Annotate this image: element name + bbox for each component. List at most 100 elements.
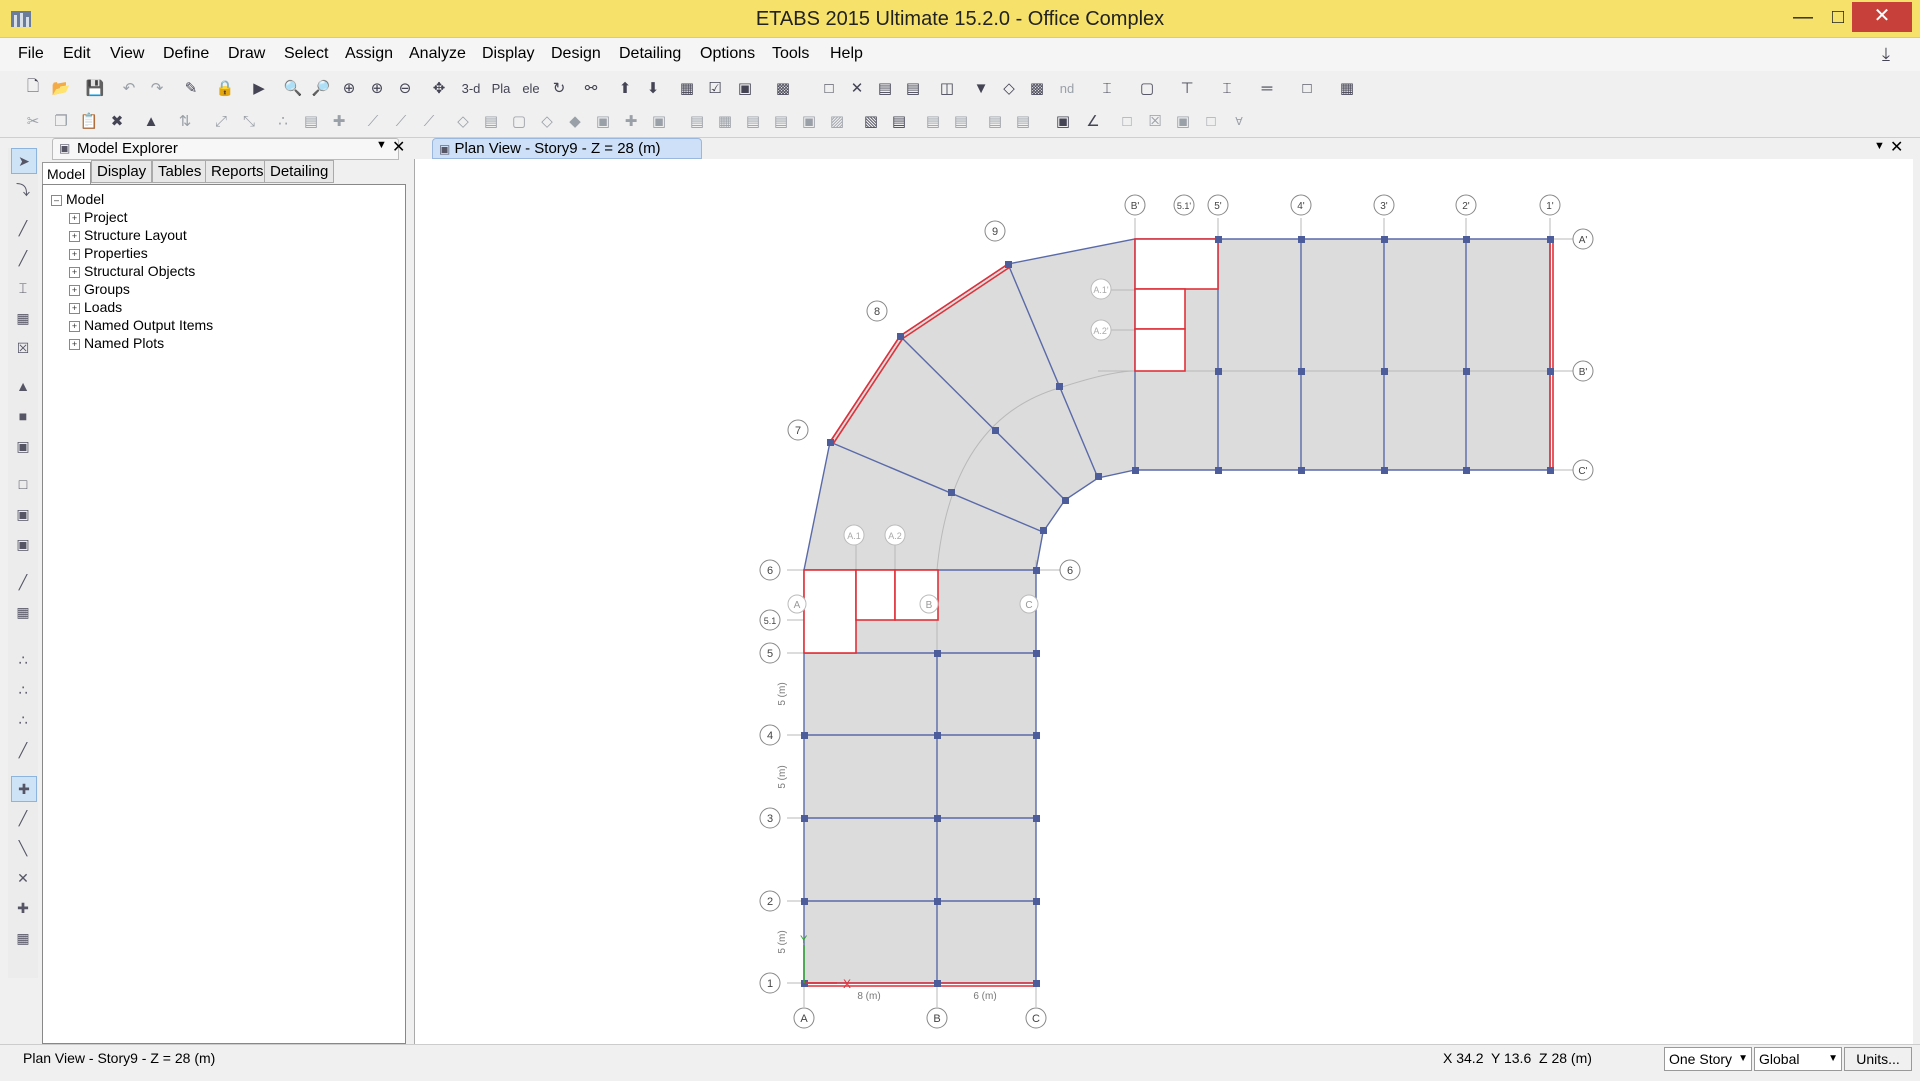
story-6-icon[interactable]: ▨ <box>826 110 848 132</box>
divide-icon[interactable]: ▤ <box>300 110 322 132</box>
menu-draw[interactable]: Draw <box>228 45 265 63</box>
set-display-icon[interactable]: ☑ <box>704 77 726 99</box>
align-icon[interactable]: ⤡ <box>238 110 260 132</box>
select-window-icon[interactable]: ▣ <box>1052 110 1074 132</box>
draw-column-icon[interactable]: ⌶ <box>11 276 35 300</box>
snap-intersection-icon[interactable]: ✕ <box>11 866 35 890</box>
draw-brace-icon[interactable]: ▦ <box>11 306 35 330</box>
zoom-restore-icon[interactable]: 🔎 <box>310 77 332 99</box>
draw-null-area-icon[interactable]: ▣ <box>11 532 35 556</box>
expand-icon[interactable]: + <box>69 321 80 332</box>
undo-icon[interactable]: ↶ <box>118 77 140 99</box>
draw-wall-stack-icon[interactable]: ▣ <box>11 502 35 526</box>
tree-item-named-plots[interactable]: + Named Plots <box>69 335 164 351</box>
draw-link-icon[interactable]: ╱ <box>11 570 35 594</box>
refresh-view-icon[interactable]: ✎ <box>180 77 202 99</box>
new-model-icon[interactable]: 🗋 <box>22 77 44 99</box>
copy-icon[interactable]: ❐ <box>50 110 72 132</box>
menu-help[interactable]: Help <box>830 45 863 63</box>
steel-design-icon[interactable]: ⊤ <box>1176 77 1198 99</box>
select-all-tool-icon[interactable]: ∴ <box>11 648 35 672</box>
move-joint-icon[interactable]: ⤢ <box>210 110 232 132</box>
cut-icon[interactable]: ✂ <box>22 110 44 132</box>
paste-icon[interactable]: 📋 <box>78 110 100 132</box>
story-2-icon[interactable]: ▦ <box>714 110 736 132</box>
story-3-icon[interactable]: ▤ <box>742 110 764 132</box>
tab-reports[interactable]: Reports <box>205 160 270 183</box>
explorer-dropdown-icon[interactable]: ▼ <box>376 139 387 151</box>
pan-icon[interactable]: ✥ <box>428 77 450 99</box>
composite-icon[interactable]: ═ <box>1256 77 1278 99</box>
select-1-icon[interactable]: □ <box>1116 110 1138 132</box>
nd-button[interactable]: nd <box>1056 77 1078 99</box>
menu-select[interactable]: Select <box>284 45 328 63</box>
snap-perp-icon[interactable]: ╲ <box>11 836 35 860</box>
draw-grid-icon[interactable]: ▦ <box>11 600 35 624</box>
download-icon[interactable]: ⤓ <box>1882 44 1890 65</box>
lock-icon[interactable]: 🔒 <box>214 77 236 99</box>
elevation-view-button[interactable]: ele <box>520 77 542 99</box>
assign-5-icon[interactable]: ▤ <box>984 110 1006 132</box>
tree-root[interactable]: – Model <box>51 191 104 207</box>
shape-7-icon[interactable]: ✚ <box>620 110 642 132</box>
open-icon[interactable]: 📂 <box>50 77 72 99</box>
story-5-icon[interactable]: ▣ <box>798 110 820 132</box>
menu-edit[interactable]: Edit <box>63 45 91 63</box>
tree-item-structure-layout[interactable]: + Structure Layout <box>69 227 187 243</box>
select-dr-icon[interactable]: ∴ <box>11 708 35 732</box>
menu-options[interactable]: Options <box>700 45 755 63</box>
concrete-design-icon[interactable]: ⌶ <box>1216 77 1238 99</box>
menu-file[interactable]: File <box>18 45 44 63</box>
snap-icon[interactable]: ∴ <box>272 110 294 132</box>
tree-item-structural-objects[interactable]: + Structural Objects <box>69 263 195 279</box>
move-up-icon[interactable]: ⬆ <box>614 77 636 99</box>
expand-icon[interactable]: + <box>69 249 80 260</box>
select-3-icon[interactable]: ▣ <box>1172 110 1194 132</box>
assign-3-icon[interactable]: ▤ <box>922 110 944 132</box>
menu-view[interactable]: View <box>110 45 144 63</box>
plan-view-canvas[interactable]: A B C 6 5.1 5 4 3 2 1 6 7 8 9 B' 5.1' 5'… <box>414 159 1913 1044</box>
rotate-icon[interactable]: ↻ <box>548 77 570 99</box>
tab-model[interactable]: Model <box>42 162 92 186</box>
i-beam-icon[interactable]: ⌶ <box>1096 77 1118 99</box>
select-dim-icon[interactable]: ╱ <box>11 738 35 762</box>
area-icon[interactable]: ▢ <box>1136 77 1158 99</box>
menu-design[interactable]: Design <box>551 45 601 63</box>
select-intersect-icon[interactable]: ∠ <box>1082 110 1104 132</box>
tree-item-groups[interactable]: + Groups <box>69 281 130 297</box>
select-ps-icon[interactable]: ∴ <box>11 678 35 702</box>
move-down-icon[interactable]: ⬇ <box>642 77 664 99</box>
replicate-icon[interactable]: ▲ <box>140 110 162 132</box>
tree-item-properties[interactable]: + Properties <box>69 245 148 261</box>
column-icon[interactable]: ▤ <box>902 77 924 99</box>
extend-icon[interactable]: ✚ <box>328 110 350 132</box>
perspective-icon[interactable]: ⚯ <box>580 77 602 99</box>
shape-4-icon[interactable]: ◇ <box>536 110 558 132</box>
draw-wall-icon[interactable]: ▣ <box>11 434 35 458</box>
tab-detailing[interactable]: Detailing <box>264 160 335 183</box>
view-close-icon[interactable]: ✕ <box>1890 137 1903 157</box>
expand-icon[interactable]: + <box>69 303 80 314</box>
spandrel-icon[interactable]: ◇ <box>998 77 1020 99</box>
plan-view-tab[interactable]: ▣ Plan View - Story9 - Z = 28 (m) <box>432 138 702 159</box>
expand-icon[interactable]: + <box>69 285 80 296</box>
line-1-icon[interactable]: ⟋ <box>362 110 384 132</box>
object-shrink-icon[interactable]: ▦ <box>676 77 698 99</box>
tab-display[interactable]: Display <box>91 160 153 183</box>
collapse-icon[interactable]: – <box>51 195 62 206</box>
menu-define[interactable]: Define <box>163 45 209 63</box>
menu-tools[interactable]: Tools <box>772 45 809 63</box>
menu-detailing[interactable]: Detailing <box>619 45 681 63</box>
shape-6-icon[interactable]: ▣ <box>592 110 614 132</box>
save-icon[interactable]: 💾 <box>84 77 106 99</box>
menu-display[interactable]: Display <box>482 45 534 63</box>
plan-view-button[interactable]: Pla <box>490 77 512 99</box>
coord-system-select[interactable]: Global ▼ <box>1754 1047 1842 1071</box>
joist-icon[interactable]: □ <box>1296 77 1318 99</box>
assign-6-icon[interactable]: ▤ <box>1012 110 1034 132</box>
select-2-icon[interactable]: ☒ <box>1144 110 1166 132</box>
draw-frame-icon[interactable]: □ <box>818 77 840 99</box>
assign-1-icon[interactable]: ▧ <box>860 110 882 132</box>
redo-icon[interactable]: ↷ <box>146 77 168 99</box>
draw-x-brace-icon[interactable]: ☒ <box>11 336 35 360</box>
